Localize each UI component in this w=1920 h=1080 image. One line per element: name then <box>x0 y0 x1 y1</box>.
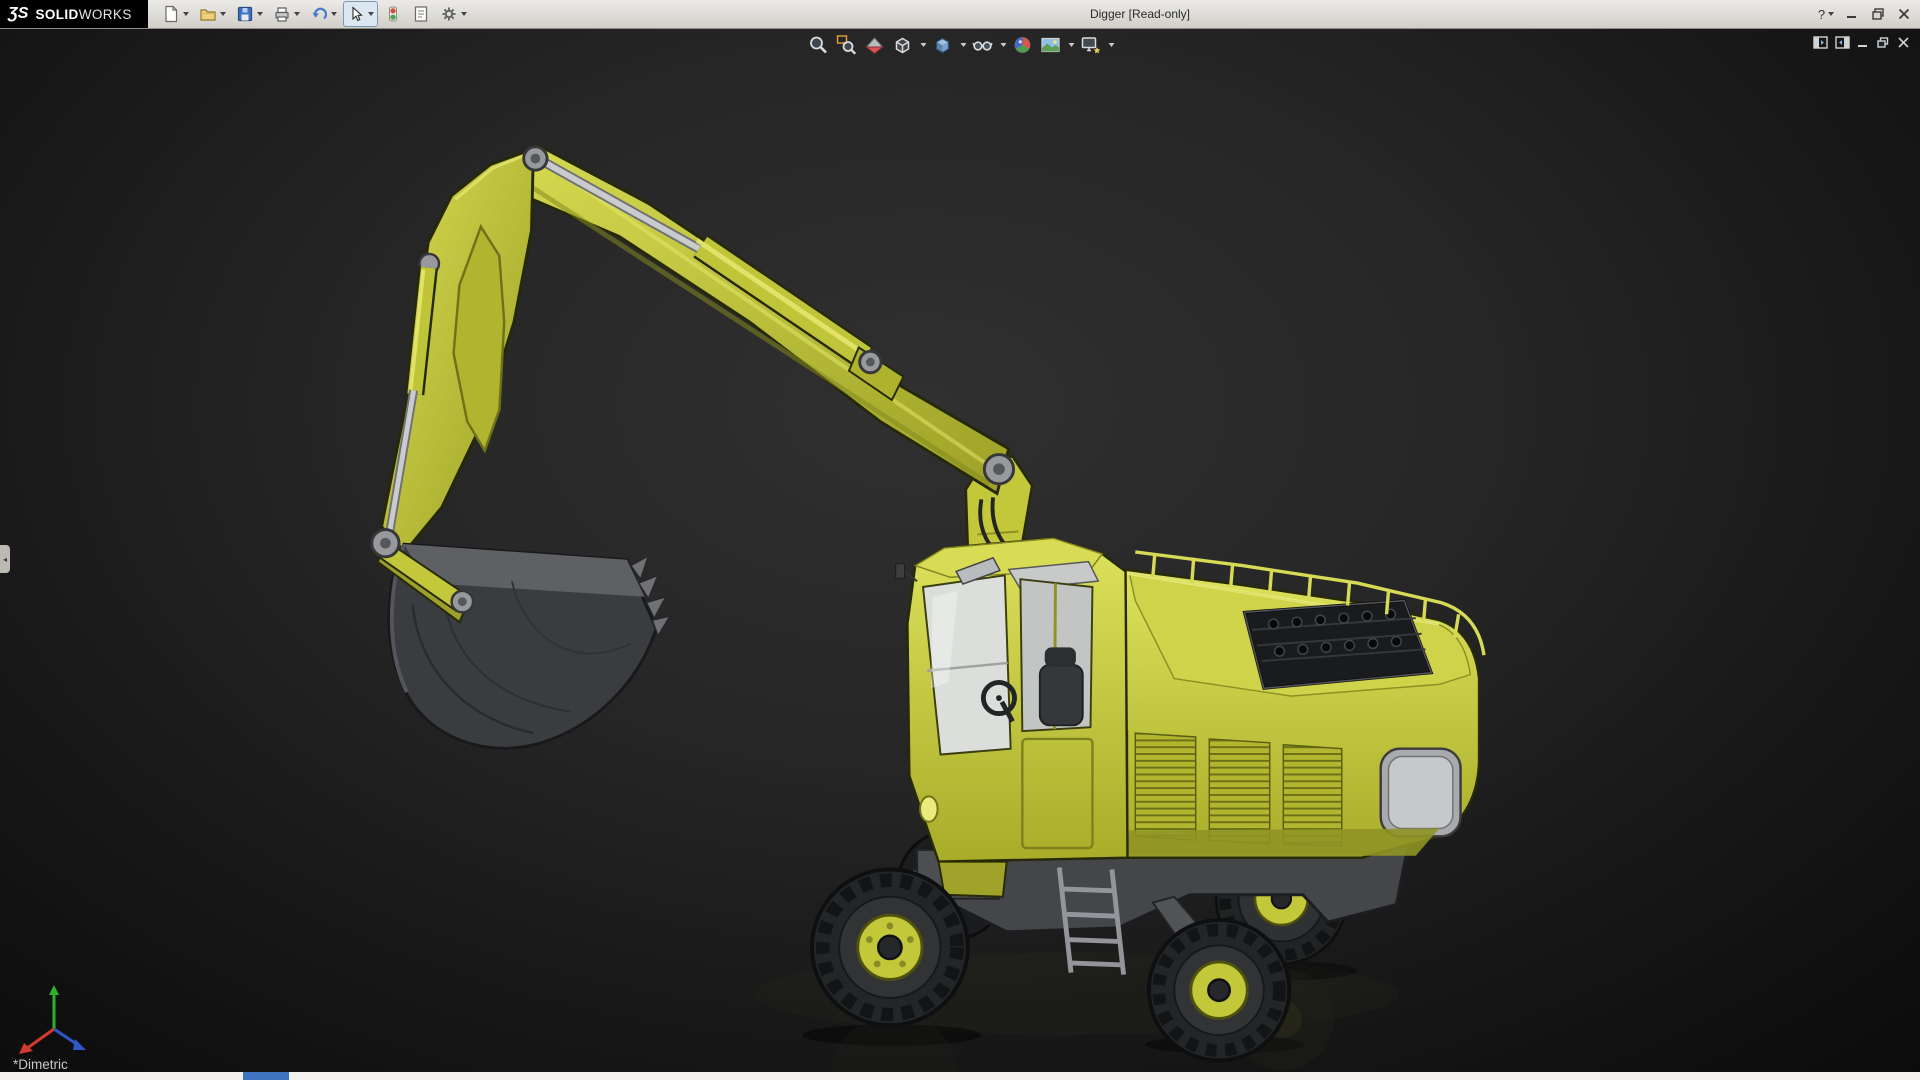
document-window-controls <box>1813 35 1910 50</box>
solidworks-logo: ƷS SOLIDWORKS <box>0 0 148 28</box>
document-close-icon <box>1898 37 1909 48</box>
hide-show-items-button[interactable] <box>970 33 995 56</box>
zoom-to-fit-icon <box>809 36 827 53</box>
engine-housing[interactable] <box>1107 550 1486 859</box>
options-button[interactable] <box>436 1 471 27</box>
headlamp <box>919 795 939 823</box>
section-view-icon <box>864 36 884 54</box>
help-label: ? <box>1817 6 1826 22</box>
display-style-icon <box>935 37 949 53</box>
graphics-area[interactable]: ◂ *Dimetric <box>0 28 1920 1072</box>
undo-icon <box>312 7 327 20</box>
zoom-to-area-icon <box>836 34 856 55</box>
wheel-front-right[interactable] <box>1146 918 1292 1063</box>
print-dropdown[interactable] <box>293 12 300 16</box>
open-dropdown[interactable] <box>219 12 226 16</box>
wing-mirror <box>895 563 905 579</box>
document-minimize-icon <box>1858 45 1867 47</box>
heads-up-view-toolbar <box>806 33 1115 56</box>
view-settings-button[interactable] <box>1078 33 1103 56</box>
rear-panel-inner <box>1387 755 1454 830</box>
help-dropdown[interactable] <box>1828 12 1835 16</box>
task-pane-toggle-button[interactable] <box>1835 35 1850 50</box>
file-properties-icon <box>414 6 427 22</box>
solidworks-window: ƷS SOLIDWORKS Digger [Read-only] ? ◂ *Di… <box>0 0 1920 1080</box>
edit-appearance-icon <box>1014 36 1030 53</box>
document-restore-button[interactable] <box>1877 35 1890 50</box>
view-orientation-cube-icon <box>895 37 909 53</box>
rebuild-button[interactable] <box>380 1 406 27</box>
open-button[interactable] <box>195 1 230 27</box>
boom-assembly[interactable] <box>379 144 1016 555</box>
status-bar <box>0 1072 1920 1080</box>
engine-grille <box>1242 599 1434 690</box>
wheel-front-left[interactable] <box>810 867 970 1028</box>
document-minimize-button[interactable] <box>1857 35 1870 50</box>
solidworks-logo-mark: ƷS <box>8 5 29 22</box>
triad-z-axis <box>73 1039 86 1050</box>
window-title: Digger [Read-only] <box>1089 7 1191 21</box>
select-button[interactable] <box>342 1 378 27</box>
document-close-button[interactable] <box>1897 35 1910 50</box>
apply-scene-button[interactable] <box>1038 33 1063 56</box>
status-bar-accent <box>243 1072 289 1080</box>
new-document-icon <box>165 5 177 23</box>
boom-arm[interactable] <box>507 144 1011 496</box>
display-style-dropdown[interactable] <box>960 42 967 47</box>
view-orientation-dropdown[interactable] <box>920 42 927 47</box>
help-button[interactable]: ? <box>1814 3 1838 25</box>
save-button[interactable] <box>232 1 267 27</box>
select-dropdown[interactable] <box>367 12 374 16</box>
edit-appearance-button[interactable] <box>1010 33 1035 56</box>
view-orientation-button[interactable] <box>890 33 915 56</box>
collapse-arrow-icon: ◂ <box>2 554 7 564</box>
zoom-to-fit-button[interactable] <box>806 33 831 56</box>
section-view-button[interactable] <box>862 33 887 56</box>
side-vents <box>1107 728 1343 847</box>
maximize-button[interactable] <box>1866 3 1890 25</box>
task-pane-toggle-icon <box>1835 36 1850 49</box>
feature-pane-toggle-button[interactable] <box>1813 35 1828 50</box>
minimize-button[interactable] <box>1840 3 1864 25</box>
undo-button[interactable] <box>306 1 341 27</box>
print-icon <box>275 7 289 22</box>
close-icon <box>1898 8 1910 20</box>
title-window-controls: ? <box>1814 0 1916 28</box>
close-button[interactable] <box>1892 3 1916 25</box>
document-restore-icon <box>1877 37 1889 48</box>
apply-scene-dropdown[interactable] <box>1068 42 1075 47</box>
view-settings-dropdown[interactable] <box>1108 42 1115 47</box>
titlebar: ƷS SOLIDWORKS Digger [Read-only] ? <box>0 0 1920 29</box>
view-orientation-label: *Dimetric <box>13 1057 68 1072</box>
hide-show-items-icon <box>971 40 993 51</box>
options-dropdown[interactable] <box>460 12 467 16</box>
undo-dropdown[interactable] <box>330 12 337 16</box>
open-folder-icon <box>200 9 216 21</box>
options-gear-icon <box>442 7 456 21</box>
restore-icon <box>1872 8 1884 20</box>
new-document-button[interactable] <box>158 1 193 27</box>
select-cursor-icon <box>352 6 363 22</box>
view-settings-icon <box>1081 36 1100 53</box>
operator-seat <box>1038 663 1084 727</box>
triad-y-axis <box>49 985 59 995</box>
digger-3d-model[interactable] <box>0 28 1920 1072</box>
save-dropdown[interactable] <box>256 12 263 16</box>
reference-triad <box>19 985 86 1054</box>
quick-access-toolbar <box>148 1 471 27</box>
apply-scene-icon <box>1040 37 1060 52</box>
rebuild-icon <box>388 6 397 22</box>
minimize-icon <box>1847 16 1856 18</box>
print-button[interactable] <box>269 1 304 27</box>
zoom-to-area-button[interactable] <box>834 33 859 56</box>
new-document-dropdown[interactable] <box>182 12 189 16</box>
save-icon <box>237 6 252 22</box>
featuremanager-collapse-tab[interactable]: ◂ <box>0 545 10 573</box>
feature-pane-toggle-icon <box>1813 36 1828 49</box>
display-style-button[interactable] <box>930 33 955 56</box>
solidworks-logo-text: SOLIDWORKS <box>35 6 132 22</box>
file-properties-button[interactable] <box>408 1 434 27</box>
hide-show-items-dropdown[interactable] <box>1000 42 1007 47</box>
